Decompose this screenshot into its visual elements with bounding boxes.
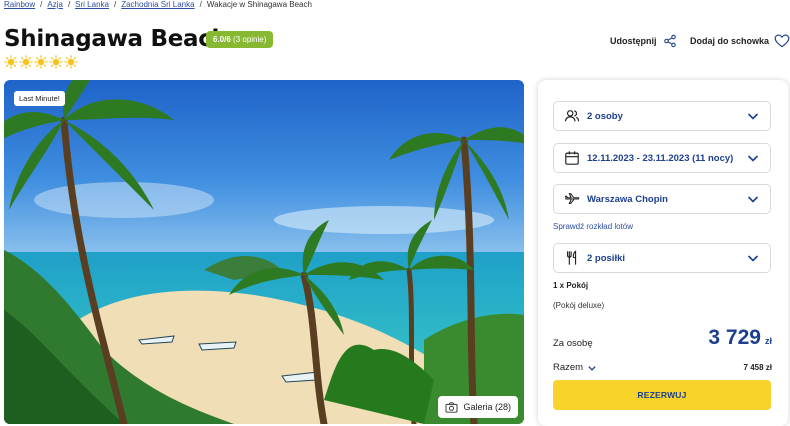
beach-illustration bbox=[4, 80, 524, 424]
breadcrumb: Rainbow / Azja / Sri Lanka / Zachodnia Sri Lan… bbox=[4, 0, 312, 9]
sun-icon bbox=[49, 55, 63, 69]
page-title: Shinagawa Beach bbox=[4, 26, 228, 52]
meals-select[interactable]: 2 posiłki bbox=[553, 243, 771, 273]
favorite-label: Dodaj do schowka bbox=[690, 36, 770, 46]
dates-value: 12.11.2023 - 23.11.2023 (11 nocy) bbox=[587, 152, 734, 164]
camera-icon bbox=[445, 401, 458, 413]
breadcrumb-link-rainbow[interactable]: Rainbow bbox=[4, 0, 35, 9]
calendar-icon bbox=[565, 151, 579, 165]
room-count: 1 x Pokój bbox=[553, 281, 589, 290]
sun-icon bbox=[4, 55, 18, 69]
rating-score: 6.0/6 bbox=[213, 35, 231, 44]
rating-count: (3 opinie) bbox=[233, 35, 267, 44]
meals-value: 2 posiłki bbox=[587, 252, 626, 264]
total-toggle[interactable]: Razem bbox=[553, 362, 597, 373]
departure-value: Warszawa Chopin bbox=[587, 193, 668, 205]
sun-icon bbox=[19, 55, 33, 69]
breadcrumb-link-sri-lanka[interactable]: Sri Lanka bbox=[75, 0, 109, 9]
total-label: Razem bbox=[553, 362, 584, 373]
departure-select[interactable]: Warszawa Chopin bbox=[553, 184, 771, 214]
sun-icon bbox=[34, 55, 48, 69]
add-to-favorites-button[interactable]: Dodaj do schowka bbox=[690, 34, 790, 48]
breadcrumb-separator: / bbox=[113, 0, 117, 9]
chevron-down-icon bbox=[588, 365, 596, 371]
chevron-down-icon bbox=[747, 113, 759, 120]
plane-icon bbox=[564, 193, 580, 204]
chevron-down-icon bbox=[747, 255, 759, 262]
per-person-price: 3 729 zł bbox=[708, 326, 772, 350]
last-minute-badge: Last Minute! bbox=[14, 91, 65, 106]
total-price: 7 458 zł bbox=[743, 363, 772, 372]
rating-badge[interactable]: 6.0/6 (3 opinie) bbox=[206, 31, 274, 48]
breadcrumb-separator: / bbox=[67, 0, 71, 9]
hotel-photo[interactable]: Last Minute! Galeria (28) bbox=[4, 80, 524, 424]
book-button[interactable]: REZERWUJ bbox=[553, 380, 771, 410]
travelers-select[interactable]: 2 osoby bbox=[553, 101, 771, 131]
people-icon bbox=[564, 110, 580, 122]
chevron-down-icon bbox=[747, 155, 759, 162]
room-type: (Pokój deluxe) bbox=[553, 301, 605, 310]
heart-icon bbox=[774, 34, 790, 48]
price-currency: zł bbox=[764, 336, 772, 346]
flight-schedule-link[interactable]: Sprawdź rozkład lotów bbox=[553, 222, 633, 231]
cutlery-icon bbox=[566, 250, 577, 265]
price-amount: 3 729 bbox=[708, 326, 761, 349]
per-person-label: Za osobę bbox=[553, 338, 593, 349]
booking-panel: 2 osoby 12.11.2023 - 23.11.2023 (11 nocy… bbox=[538, 80, 788, 426]
share-icon bbox=[663, 34, 676, 48]
chevron-down-icon bbox=[747, 196, 759, 203]
sun-icon bbox=[64, 55, 78, 69]
breadcrumb-link-azja[interactable]: Azja bbox=[47, 0, 63, 9]
share-button[interactable]: Udostępnij bbox=[610, 34, 677, 48]
breadcrumb-separator: / bbox=[40, 0, 43, 9]
gallery-label: Galeria (28) bbox=[463, 402, 511, 412]
hotel-category-suns bbox=[4, 55, 78, 69]
gallery-button[interactable]: Galeria (28) bbox=[438, 396, 518, 418]
breadcrumb-link-zachodnia-sri-lanka[interactable]: Zachodnia Sri Lanka bbox=[121, 0, 194, 9]
share-label: Udostępnij bbox=[610, 36, 657, 46]
breadcrumb-current: Wakacje w Shinagawa Beach bbox=[206, 0, 312, 9]
dates-select[interactable]: 12.11.2023 - 23.11.2023 (11 nocy) bbox=[553, 143, 771, 173]
breadcrumb-separator: / bbox=[199, 0, 202, 9]
travelers-value: 2 osoby bbox=[587, 110, 623, 122]
